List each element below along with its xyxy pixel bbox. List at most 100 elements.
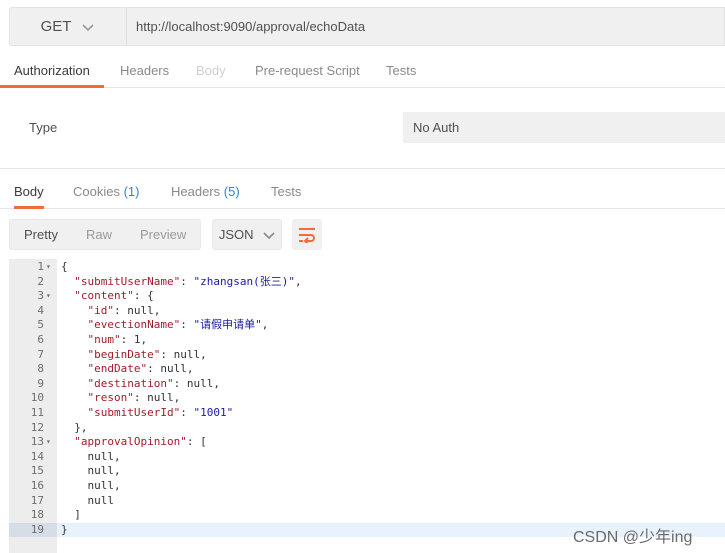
view-preview-button[interactable]: Preview bbox=[126, 220, 200, 249]
code-line: 13 ▾ "approvalOpinion": [ bbox=[9, 435, 725, 450]
fold-toggle-icon[interactable]: ▾ bbox=[46, 435, 55, 450]
response-tab-cookies[interactable]: Cookies (1) bbox=[73, 177, 139, 209]
method-select[interactable]: GET bbox=[9, 7, 126, 46]
tab-label: Pre-request Script bbox=[255, 63, 360, 78]
tab-label: Tests bbox=[271, 184, 302, 199]
line-number: 17 bbox=[30, 493, 44, 507]
code-text: "approvalOpinion": [ bbox=[74, 435, 207, 449]
code-line: 17 null bbox=[9, 494, 725, 509]
code-text: } bbox=[61, 522, 68, 536]
code-text: "submitUserId": "1001" bbox=[87, 406, 234, 419]
line-number: 11 bbox=[30, 406, 44, 419]
request-tabs: Authorization Headers Body Pre-request Scri… bbox=[0, 56, 725, 88]
line-number: 5 bbox=[37, 318, 44, 332]
url-input[interactable]: http://localhost:9090/approval/echoData bbox=[126, 7, 725, 46]
code-text: "beginDate": null, bbox=[87, 347, 207, 361]
line-number: 7 bbox=[37, 347, 44, 361]
line-number: 15 bbox=[30, 464, 44, 478]
code-line: 9 "destination": null, bbox=[9, 377, 725, 392]
view-pretty-button[interactable]: Pretty bbox=[10, 220, 72, 249]
tab-body: Body bbox=[196, 56, 226, 88]
tab-count-badge: (1) bbox=[123, 184, 140, 199]
tab-label: Headers bbox=[171, 184, 221, 199]
code-line: 15 null, bbox=[9, 464, 725, 479]
line-number: 8 bbox=[37, 362, 44, 376]
line-number: 14 bbox=[30, 449, 44, 463]
code-text: "destination": null, bbox=[87, 376, 220, 390]
code-line: 12 }, bbox=[9, 421, 725, 436]
url-text: http://localhost:9090/approval/echoData bbox=[136, 19, 366, 34]
code-text: "id": null, bbox=[87, 303, 161, 317]
line-number: 19 bbox=[30, 522, 44, 536]
auth-type-select[interactable]: No Auth bbox=[403, 112, 725, 143]
response-tab-headers[interactable]: Headers (5) bbox=[171, 177, 240, 209]
code-line: 1 ▾ { bbox=[9, 260, 725, 275]
code-text: }, bbox=[61, 420, 88, 434]
line-number: 2 bbox=[37, 274, 44, 288]
line-number: 12 bbox=[30, 420, 44, 434]
code-line: 10 "reson": null, bbox=[9, 391, 725, 406]
code-text: "endDate": null, bbox=[87, 362, 194, 376]
tab-headers[interactable]: Headers bbox=[120, 56, 169, 88]
code-text: { bbox=[61, 260, 68, 273]
response-tabs: Body Cookies (1) Headers (5) Tests bbox=[0, 177, 725, 209]
tab-label: Body bbox=[196, 63, 226, 78]
code-text: "reson": null, bbox=[87, 391, 181, 405]
response-toolbar: Pretty Raw Preview JSON bbox=[9, 219, 323, 250]
code-text: null, bbox=[61, 464, 121, 478]
tab-label: Authorization bbox=[14, 63, 90, 78]
auth-type-label: Type bbox=[29, 120, 58, 135]
tab-pre-request-script[interactable]: Pre-request Script bbox=[255, 56, 360, 88]
code-line: 6 "num": 1, bbox=[9, 333, 725, 348]
wrap-lines-icon bbox=[299, 227, 316, 243]
line-number: 6 bbox=[37, 333, 44, 346]
code-line: 3 ▾ "content": { bbox=[9, 289, 725, 304]
code-line: 18 ] bbox=[9, 508, 725, 523]
response-body-editor[interactable]: 1 ▾{2 "submitUserName": "zhangsan(张三)", 3 ▾… bbox=[9, 259, 725, 553]
code-text: "evectionName": "请假申请单", bbox=[87, 318, 269, 332]
fold-toggle-icon[interactable]: ▾ bbox=[46, 260, 55, 275]
response-tab-tests[interactable]: Tests bbox=[271, 177, 301, 209]
code-line: 16 null, bbox=[9, 479, 725, 494]
tab-authorization[interactable]: Authorization bbox=[0, 56, 104, 88]
line-number: 13 bbox=[30, 435, 44, 449]
code-text: "num": 1, bbox=[87, 333, 148, 346]
tab-label: Body bbox=[14, 184, 44, 199]
tab-tests[interactable]: Tests bbox=[386, 56, 416, 88]
format-label: JSON bbox=[218, 227, 254, 242]
code-text: null, bbox=[61, 479, 121, 492]
line-number: 18 bbox=[30, 508, 44, 522]
request-url-bar: GET http://localhost:9090/approval/echoD… bbox=[9, 7, 725, 46]
code-text: null, bbox=[61, 449, 121, 463]
line-number: 16 bbox=[30, 479, 44, 492]
code-line: 7 "beginDate": null, bbox=[9, 348, 725, 363]
format-select[interactable]: JSON bbox=[212, 219, 283, 250]
chevron-down-icon bbox=[262, 231, 275, 239]
fold-toggle-icon[interactable]: ▾ bbox=[46, 289, 55, 304]
line-number: 9 bbox=[37, 376, 44, 390]
watermark: CSDN @少年ing bbox=[573, 529, 693, 546]
code-text: ] bbox=[61, 508, 81, 522]
line-number: 1 bbox=[37, 260, 44, 273]
tab-count-badge: (5) bbox=[223, 184, 240, 199]
line-number: 4 bbox=[37, 303, 44, 317]
code-line: 4 "id": null, bbox=[9, 304, 725, 319]
code-line: 8 "endDate": null, bbox=[9, 362, 725, 377]
wrap-lines-button[interactable] bbox=[292, 219, 323, 250]
auth-type-value: No Auth bbox=[413, 120, 460, 135]
view-raw-button[interactable]: Raw bbox=[72, 220, 126, 249]
tab-label: Headers bbox=[120, 63, 170, 78]
tab-label: Cookies bbox=[73, 184, 120, 199]
code-text: null bbox=[61, 493, 114, 507]
code-text: "submitUserName": "zhangsan(张三)", bbox=[74, 274, 302, 288]
code-line: 2 "submitUserName": "zhangsan(张三)", bbox=[9, 275, 725, 290]
method-label: GET bbox=[40, 18, 72, 35]
code-text: "content": { bbox=[74, 289, 154, 303]
auth-section: Type No Auth bbox=[0, 88, 725, 169]
tab-label: Tests bbox=[386, 63, 417, 78]
code-line: 11 "submitUserId": "1001" bbox=[9, 406, 725, 421]
code-line: 14 null, bbox=[9, 450, 725, 465]
chevron-down-icon bbox=[82, 23, 94, 31]
view-mode-group: Pretty Raw Preview bbox=[9, 219, 202, 250]
response-tab-body[interactable]: Body bbox=[14, 177, 44, 209]
